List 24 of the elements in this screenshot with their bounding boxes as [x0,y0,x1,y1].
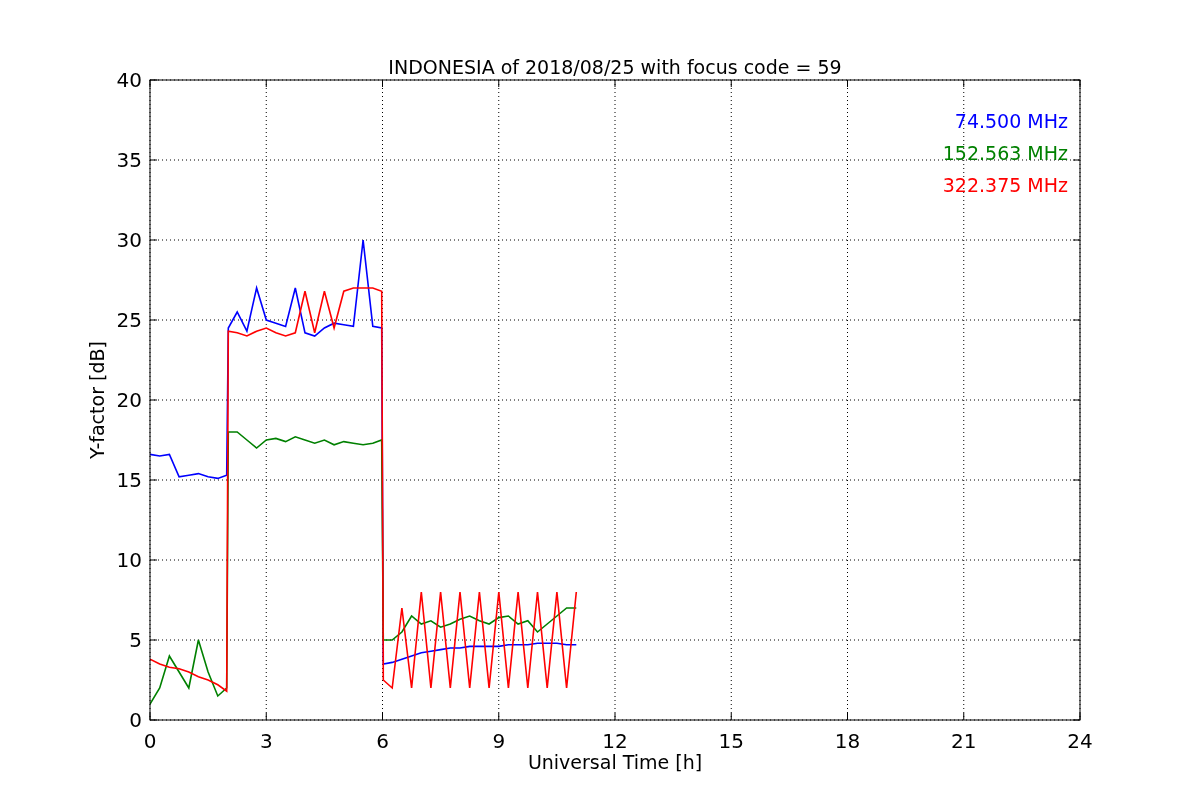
tick-label: 18 [834,729,861,753]
tick-label: 0 [129,708,142,732]
tick-label: 6 [376,729,389,753]
tick-label: 15 [718,729,744,753]
chart-title: INDONESIA of 2018/08/25 with focus code = 59 [388,56,842,78]
tick-label: 5 [129,628,142,652]
legend-label: 74.500 MHz [954,110,1068,132]
axis-label: Y-factor [dB] [86,341,108,459]
legend-label: 152.563 MHz [942,142,1068,164]
tick-label: 30 [116,228,142,252]
axis-label: Universal Time [h] [527,751,703,773]
tick-label: 3 [259,729,273,753]
tick-label: 12 [602,729,628,753]
tick-label: 24 [1067,729,1093,753]
tick-label: 35 [116,148,142,172]
tick-label: 21 [951,729,977,753]
tick-label: 10 [116,548,142,572]
tick-label: 0 [143,729,157,753]
tick-label: 9 [492,729,506,753]
tick-label: 25 [116,308,142,332]
tick-label: 40 [116,68,142,92]
tick-label: 20 [116,388,142,412]
legend-label: 322.375 MHz [942,174,1068,196]
tick-label: 15 [116,468,142,492]
